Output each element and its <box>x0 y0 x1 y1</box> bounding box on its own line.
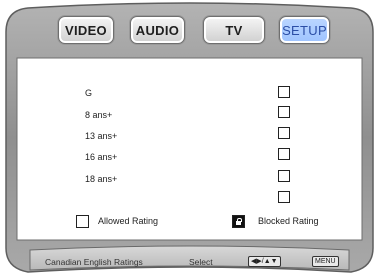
allowed-rating-label: Allowed Rating <box>98 216 159 226</box>
tab-audio[interactable]: AUDIO <box>130 16 185 44</box>
rating-label-13-ans: 13 ans+ <box>85 131 118 141</box>
rating-label-g: G <box>85 88 93 98</box>
rating-checkbox-16-ans[interactable] <box>278 148 290 160</box>
rating-checkbox-8-ans[interactable] <box>278 106 290 118</box>
rating-label-16-ans: 16 ans+ <box>85 152 118 162</box>
rating-label-18-ans: 18 ans+ <box>85 174 118 184</box>
rating-label-8-ans: 8 ans+ <box>85 110 113 120</box>
allowed-rating-icon <box>76 215 89 228</box>
blocked-rating-label: Blocked Rating <box>258 216 319 226</box>
arrow-keys-icon: ◀▶/▲▼ <box>248 256 281 267</box>
rating-checkbox-g[interactable] <box>278 86 290 98</box>
menu-key-icon: MENU <box>312 256 339 267</box>
tab-tv[interactable]: TV <box>203 16 265 44</box>
rating-checkbox-13-ans[interactable] <box>278 127 290 139</box>
rating-checkbox-18-ans[interactable] <box>278 170 290 182</box>
status-title: Canadian English Ratings <box>45 257 143 267</box>
status-select-label: Select <box>189 257 213 267</box>
tab-setup[interactable]: SETUP <box>279 16 330 44</box>
blocked-rating-lock-icon <box>232 215 245 228</box>
tab-video[interactable]: VIDEO <box>58 16 114 44</box>
rating-checkbox-extra[interactable] <box>278 191 290 203</box>
